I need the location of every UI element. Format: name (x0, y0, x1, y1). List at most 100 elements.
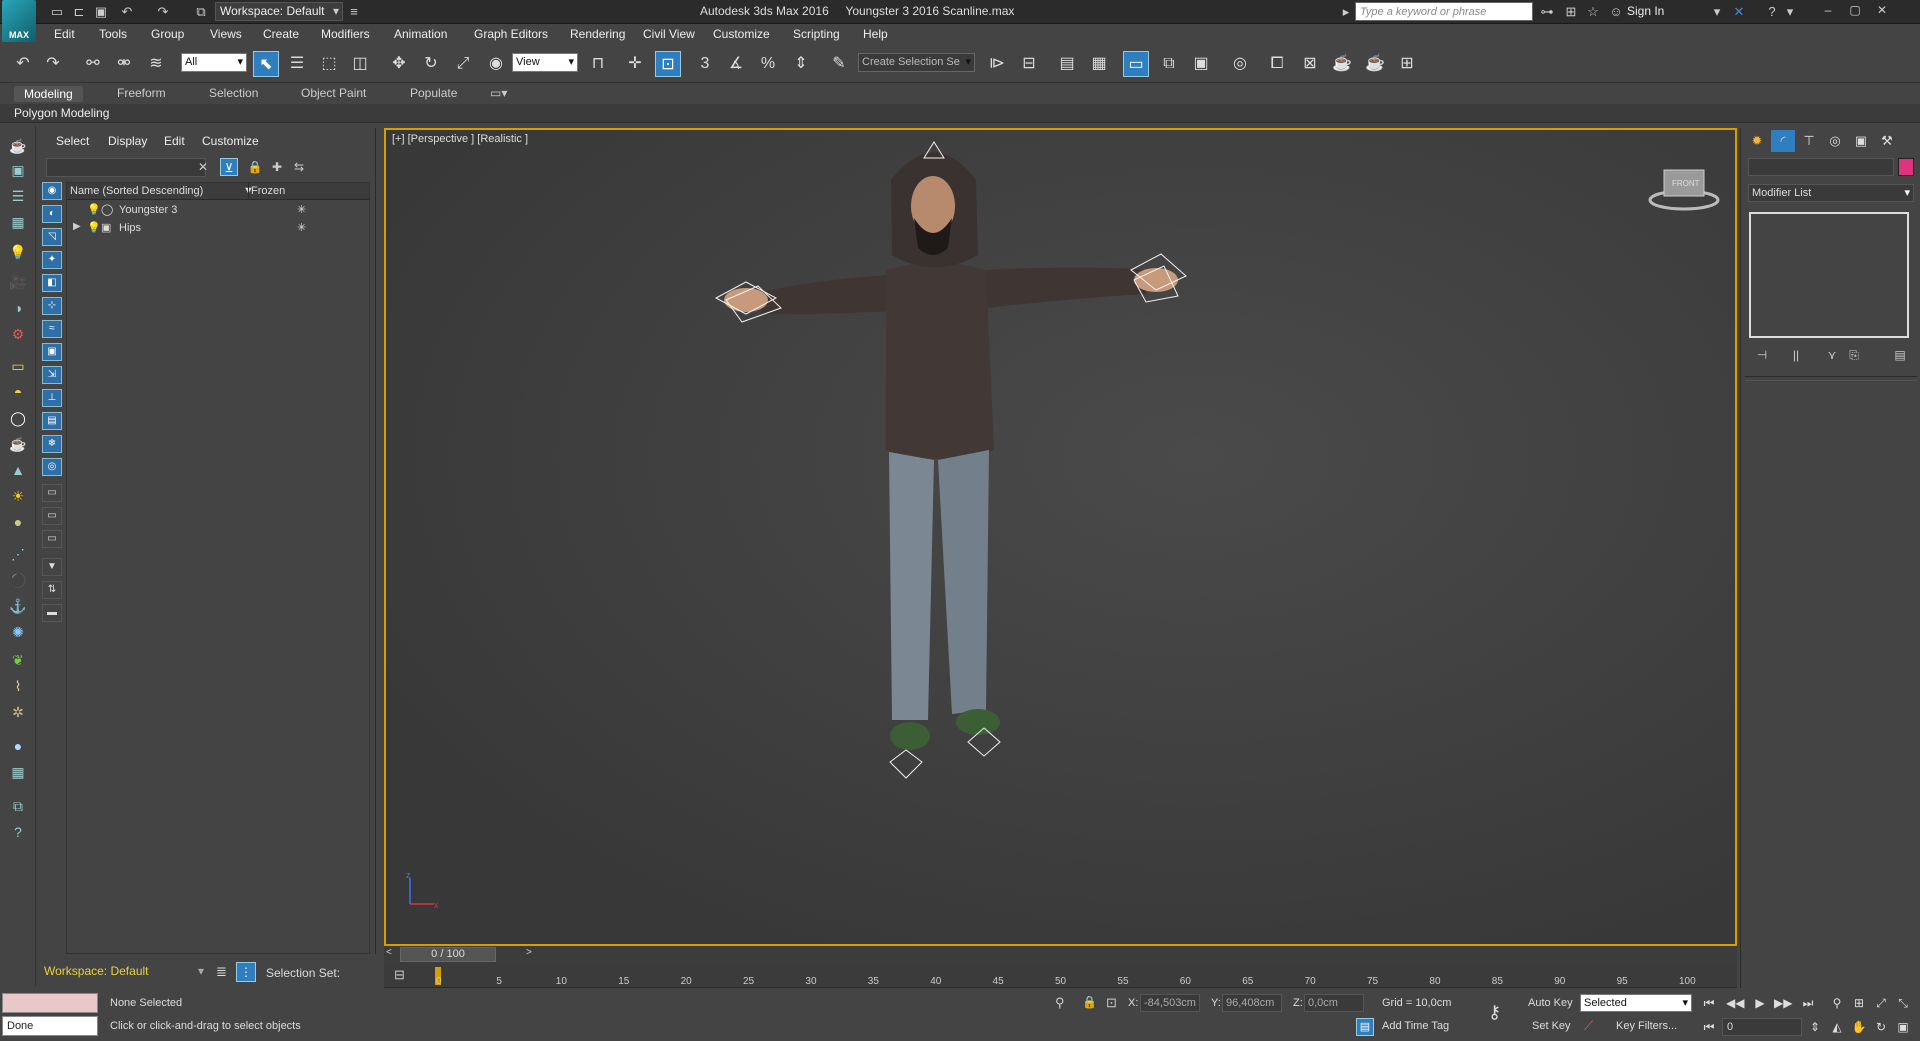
sphere-blue-icon[interactable]: ● (7, 736, 29, 756)
selection-filter-dropdown[interactable]: All (181, 53, 247, 72)
xref-icon[interactable]: ⚓ (7, 596, 29, 616)
time-configuration-icon[interactable]: ⇕ (1806, 1018, 1824, 1036)
track-bar[interactable]: ⊟ 0 5 10 15 20 25 30 35 40 45 50 55 60 65 70 75 80 85 90 9… (384, 964, 1737, 988)
orbit-icon[interactable]: ↻ (1872, 1018, 1890, 1036)
geometry-filter-icon[interactable]: ◐ (42, 205, 62, 223)
render-in-cloud-icon[interactable]: ⊞ (1394, 51, 1420, 77)
freeze-icon[interactable]: ✳ (297, 221, 306, 234)
render-production-icon[interactable]: ☕ (1329, 51, 1355, 77)
display-all-icon[interactable]: ◉ (42, 182, 62, 200)
exchange-apps-icon[interactable]: ✕ (1730, 3, 1748, 21)
help-dropdown-icon[interactable]: ▾ (1781, 3, 1799, 21)
clear-search-icon[interactable]: ✕ (194, 158, 212, 176)
tab-selection[interactable]: Selection (209, 86, 258, 100)
display-none-icon[interactable]: ▭ (42, 484, 62, 502)
scene-explorer-toggle-icon[interactable]: ▦ (1086, 51, 1112, 77)
modifier-stack[interactable] (1749, 212, 1909, 338)
table-icon[interactable]: ▦ (7, 212, 29, 232)
mini-curve-editor-icon[interactable]: ⊟ (394, 967, 405, 983)
menu-create[interactable]: Create (263, 27, 299, 41)
previous-frame-arrow[interactable]: < (386, 947, 392, 958)
set-key-mode-icon[interactable]: ⚷ (1488, 1002, 1501, 1023)
create-tab-icon[interactable]: ✹ (1745, 130, 1769, 152)
viewcube[interactable]: FRONT (1646, 160, 1722, 220)
next-key-icon[interactable]: ▶▶ (1774, 994, 1792, 1012)
sync-selection-icon[interactable]: ⇆ (290, 158, 308, 176)
spinner-snap-icon[interactable]: ⇕ (788, 51, 814, 77)
sun-icon[interactable]: ☀ (7, 486, 29, 506)
go-to-end-icon[interactable]: ⏭ (1799, 994, 1817, 1012)
schematic-view-icon[interactable]: ▣ (1188, 51, 1214, 77)
named-selection-sets-dropdown[interactable]: Create Selection Se (858, 53, 975, 72)
go-to-start-icon[interactable]: ⏮ (1700, 994, 1718, 1012)
bones-filter-icon[interactable]: ⊥ (42, 389, 62, 407)
y-coord-field[interactable]: 96,408cm (1222, 994, 1282, 1012)
time-slider[interactable]: < 0 / 100 > (384, 946, 1737, 964)
menu-tools[interactable]: Tools (99, 27, 127, 41)
sphere-icon[interactable]: ◯ (7, 408, 29, 428)
teapot-shape-icon[interactable]: ☕ (7, 434, 29, 454)
ribbon-options-icon[interactable]: ▭▾ (490, 86, 507, 100)
hemisphere-icon[interactable]: ◓ (7, 382, 29, 402)
undo-icon[interactable]: ↶ (118, 3, 136, 21)
key-curve-icon[interactable]: ⟋ (1584, 1018, 1593, 1034)
next-frame-arrow[interactable]: > (526, 947, 532, 958)
modifier-list-dropdown[interactable]: Modifier List (1748, 184, 1914, 202)
grid-icon[interactable]: ⋰ (7, 544, 29, 564)
help-icon[interactable]: ? (7, 822, 29, 842)
tab-modeling[interactable]: Modeling (14, 86, 83, 102)
xrefs-filter-icon[interactable]: ⇲ (42, 366, 62, 384)
layout-icon[interactable]: ▦ (7, 762, 29, 782)
infocenter-search-input[interactable]: Type a keyword or phrase (1355, 2, 1533, 21)
quick-access-menu-icon[interactable]: ≡ (345, 3, 363, 21)
column-name[interactable]: Name (Sorted Descending) (70, 185, 203, 197)
particle-icon[interactable]: ✲ (7, 702, 29, 722)
redo-icon[interactable]: ↷ (154, 3, 172, 21)
bind-to-space-warp-icon[interactable]: ≋ (143, 51, 169, 77)
select-and-scale-icon[interactable]: ⤢ (450, 51, 476, 77)
help-icon[interactable]: ? (1763, 3, 1781, 21)
search-expand-icon[interactable]: ▸ (1337, 3, 1355, 21)
character-model[interactable] (386, 130, 1735, 944)
material-editor-icon[interactable]: ◎ (1227, 51, 1253, 77)
display-invert-icon[interactable]: ▭ (42, 507, 62, 525)
render-iterative-icon[interactable]: ☕ (1362, 51, 1388, 77)
snaps-toggle-icon[interactable]: 3 (692, 51, 718, 77)
z-coord-field[interactable]: 0,0cm (1304, 994, 1364, 1012)
viewcube-face-label[interactable]: FRONT (1672, 179, 1700, 188)
keyboard-shortcut-override-icon[interactable]: ⊡ (655, 51, 681, 77)
utilities-tab-icon[interactable]: ⚒ (1875, 130, 1899, 152)
angle-snap-icon[interactable]: ∡ (723, 51, 749, 77)
shapes-filter-icon[interactable]: ◹ (42, 228, 62, 246)
make-unique-icon[interactable]: ⋎ (1823, 346, 1841, 364)
select-and-manipulate-icon[interactable]: ✛ (622, 51, 648, 77)
set-key-button[interactable]: Set Key (1532, 1020, 1571, 1032)
display-tab-icon[interactable]: ▣ (1849, 130, 1873, 152)
hidden-filter-icon[interactable]: ◎ (42, 458, 62, 476)
modify-tab-icon[interactable]: ◜ (1771, 130, 1795, 152)
sphere-yellow-icon[interactable]: ● (7, 512, 29, 532)
se-menu-edit[interactable]: Edit (164, 134, 185, 148)
previous-key-icon[interactable]: ◀◀ (1726, 994, 1744, 1012)
maxscript-listener[interactable] (2, 993, 98, 1013)
containers-filter-icon[interactable]: ▤ (42, 412, 62, 430)
rectangular-selection-icon[interactable]: ⬚ (316, 51, 342, 77)
undo-icon[interactable]: ↶ (10, 51, 36, 77)
render-setup-icon[interactable]: ⧠ (1264, 51, 1290, 77)
pan-icon[interactable]: ✋ (1850, 1018, 1868, 1036)
layers-icon[interactable]: ≣ (216, 964, 227, 980)
display-children-icon[interactable]: ▭ (42, 530, 62, 548)
use-pivot-center-icon[interactable]: ⊓ (585, 51, 611, 77)
configure-modifier-sets-icon[interactable]: ▤ (1891, 346, 1909, 364)
key-mode-toggle-icon[interactable]: ⏮ (1700, 1018, 1718, 1036)
menu-edit[interactable]: Edit (54, 27, 75, 41)
mirror-icon[interactable]: ⧐ (984, 51, 1010, 77)
filter-funnel-icon[interactable]: ▼ (42, 558, 62, 576)
se-search-input[interactable] (46, 158, 206, 177)
foliage-icon[interactable]: ❦ (7, 650, 29, 670)
motion-tab-icon[interactable]: ◎ (1823, 130, 1847, 152)
project-folder-icon[interactable]: ⧉ (192, 3, 210, 21)
box-icon[interactable]: ▭ (7, 356, 29, 376)
pin-stack-icon[interactable]: ⊣ (1753, 346, 1771, 364)
select-and-move-icon[interactable]: ✥ (386, 51, 412, 77)
